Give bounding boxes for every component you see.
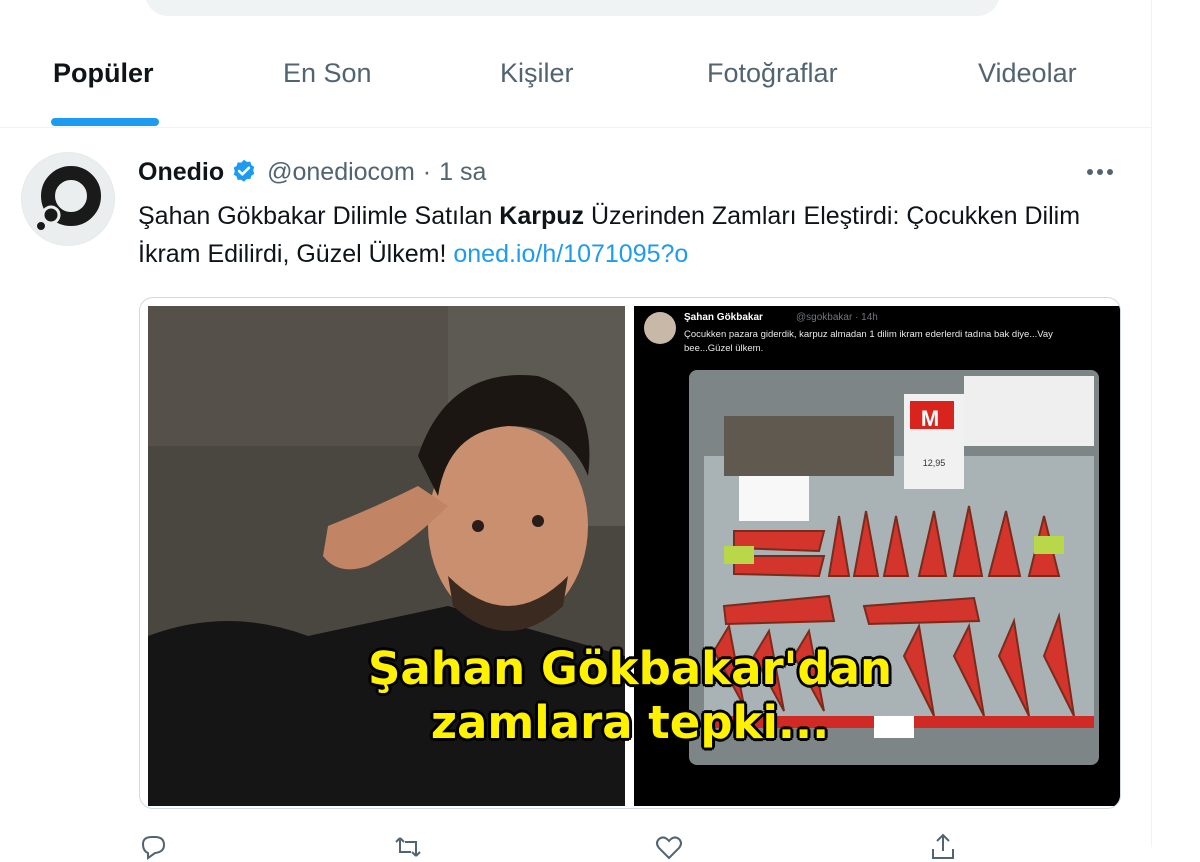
media-caption: Şahan Gökbakar'dan zamlara tepki... — [367, 642, 893, 749]
active-tab-indicator — [51, 118, 159, 126]
reply-icon[interactable] — [138, 832, 168, 862]
verified-badge-icon — [233, 159, 255, 182]
author-handle[interactable]: @onediocom — [267, 158, 415, 187]
embedded-tweet-handle: @sgokbakar · 14h — [796, 312, 878, 323]
tab-videos[interactable]: Videolar — [978, 58, 1077, 89]
retweet-icon[interactable] — [393, 832, 423, 862]
like-icon[interactable] — [654, 832, 684, 862]
price-sign-letter: M — [921, 406, 939, 431]
price-tag: 12,95 — [923, 458, 946, 468]
tab-people[interactable]: Kişiler — [500, 58, 574, 89]
hashtag-keyword: Karpuz — [499, 202, 585, 230]
tweet-media[interactable]: M 12,95 Şahan Gökbakar @sgokbakar · 14h … — [139, 297, 1121, 809]
search-tabs: Popüler En Son Kişiler Fotoğraflar Video… — [0, 0, 1151, 128]
tweet-link[interactable]: oned.io/h/1071095?o — [453, 240, 688, 268]
onedio-logo — [22, 153, 114, 245]
tweet-text: Şahan Gökbakar Dilimle Satılan Karpuz Üz… — [138, 202, 1081, 268]
tab-photos[interactable]: Fotoğraflar — [707, 58, 838, 89]
embedded-tweet-name: Şahan Gökbakar — [684, 312, 763, 323]
share-icon[interactable] — [928, 832, 958, 862]
embedded-tweet-text: Çocukken pazara giderdik, karpuz almadan… — [684, 329, 1053, 354]
column-divider — [1151, 0, 1152, 847]
author-name[interactable]: Onedio — [138, 158, 224, 187]
tweet-header: Onedio @onediocom · 1 sa — [138, 155, 486, 189]
avatar[interactable] — [21, 152, 115, 246]
separator-dot: · — [422, 157, 432, 186]
tweet-timestamp[interactable]: 1 sa — [439, 158, 486, 187]
tab-popular[interactable]: Popüler — [53, 58, 154, 89]
tab-latest[interactable]: En Son — [283, 58, 372, 89]
more-dots-icon[interactable] — [1080, 158, 1120, 186]
tweet-actions — [138, 832, 1098, 860]
